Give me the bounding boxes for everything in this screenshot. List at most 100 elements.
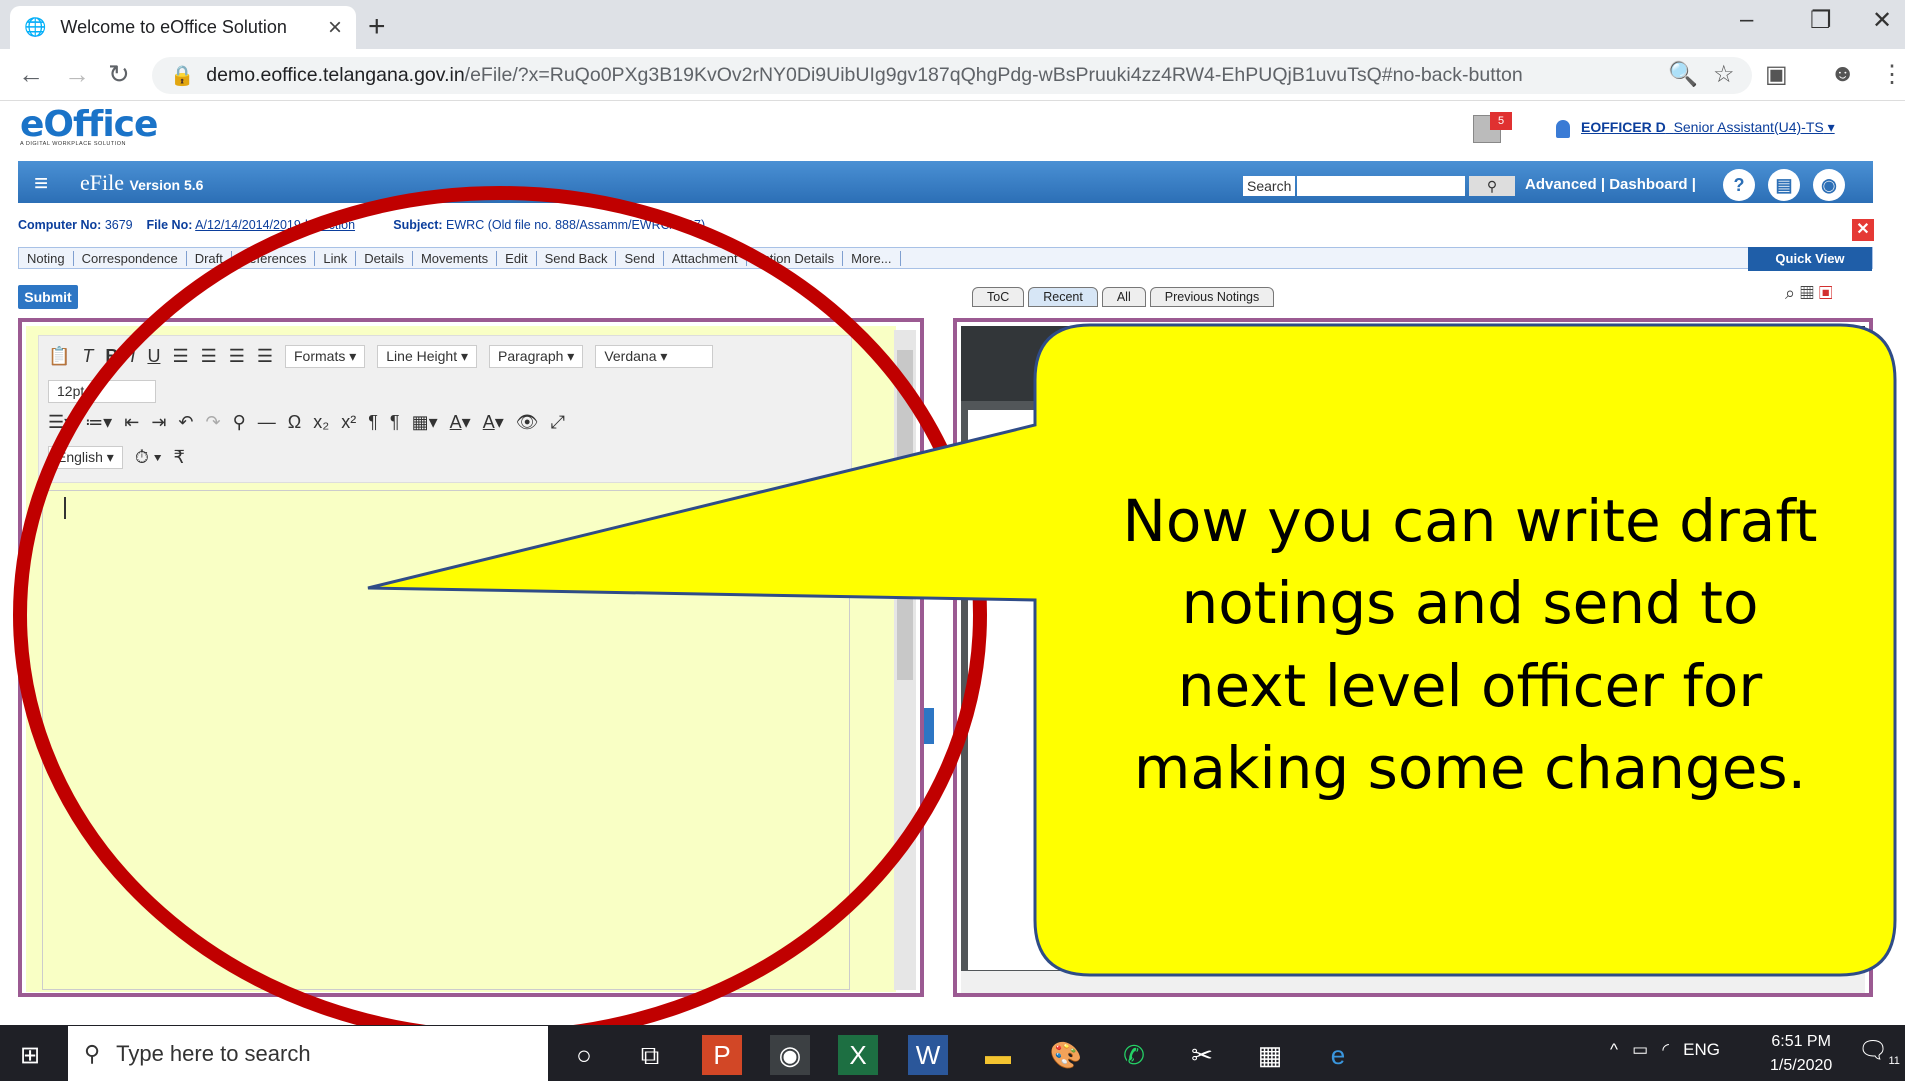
font-dropdown[interactable]: Verdana ▾: [595, 345, 714, 368]
tab-close-button[interactable]: ×: [328, 14, 342, 42]
hamburger-menu-icon[interactable]: ≡: [34, 170, 48, 198]
zoom-in-icon[interactable]: ⌕: [1785, 283, 1795, 303]
language-dropdown[interactable]: English ▾: [48, 446, 123, 469]
menu-item-references[interactable]: References: [232, 250, 316, 266]
help-icon[interactable]: ?: [1723, 169, 1755, 201]
line-height-dropdown[interactable]: Line Height ▾: [377, 345, 478, 368]
menu-item-send-back[interactable]: Send Back: [537, 250, 617, 266]
submit-button[interactable]: Submit: [18, 285, 78, 309]
menu-item-draft[interactable]: Draft: [187, 250, 232, 266]
whatsapp-icon[interactable]: ✆: [1114, 1035, 1154, 1075]
menu-item-attachment[interactable]: Attachment: [664, 250, 747, 266]
undo-icon[interactable]: ↶: [178, 412, 193, 433]
clear-format-icon[interactable]: T: [82, 346, 93, 367]
user-profile-link[interactable]: EOFFICER D Senior Assistant(U4)-TS ▾: [1581, 119, 1835, 136]
fullscreen-icon[interactable]: ⤢: [551, 412, 565, 433]
rtl-icon[interactable]: ¶: [390, 412, 400, 433]
tab-recent[interactable]: Recent: [1028, 287, 1098, 307]
snipping-tool-icon[interactable]: ✂: [1182, 1035, 1222, 1075]
top-links[interactable]: Advanced | Dashboard |: [1525, 176, 1696, 193]
formats-dropdown[interactable]: Formats ▾: [285, 345, 366, 368]
bullet-list-icon[interactable]: ☰▾: [48, 412, 73, 433]
extension-icon[interactable]: ▣: [1765, 60, 1788, 89]
task-view-icon[interactable]: ⧉: [630, 1035, 670, 1075]
new-tab-button[interactable]: +: [368, 10, 386, 44]
pdf-icon[interactable]: ▣: [1819, 283, 1833, 303]
numbered-list-icon[interactable]: ≔▾: [85, 412, 112, 433]
bookmark-star-icon[interactable]: ☆: [1713, 60, 1735, 89]
bold-icon[interactable]: B: [105, 346, 118, 367]
document-icon[interactable]: ▤: [1768, 169, 1800, 201]
rupee-icon[interactable]: ₹: [173, 447, 184, 468]
panel-splitter-handle[interactable]: [924, 708, 934, 744]
menu-item-action-details[interactable]: Action Details: [747, 250, 844, 266]
profile-icon[interactable]: ☻: [1830, 60, 1855, 88]
close-window-button[interactable]: ✕: [1872, 6, 1892, 35]
editor-scrollbar-thumb[interactable]: [897, 350, 913, 680]
superscript-icon[interactable]: x²: [341, 412, 356, 433]
underline-icon[interactable]: U: [147, 346, 160, 367]
indent-icon[interactable]: ⇥: [151, 412, 166, 433]
calculator-icon[interactable]: ▦: [1250, 1035, 1290, 1075]
align-left-icon[interactable]: ☰: [172, 346, 188, 367]
table-icon[interactable]: ▦▾: [412, 412, 438, 433]
italic-icon[interactable]: I: [130, 346, 135, 367]
powerpoint-icon[interactable]: P: [702, 1035, 742, 1075]
find-icon[interactable]: ⚲: [233, 412, 246, 433]
minimize-button[interactable]: –: [1740, 6, 1753, 34]
language-indicator[interactable]: ENG: [1683, 1040, 1720, 1059]
cortana-icon[interactable]: ○: [564, 1035, 604, 1075]
grid-icon[interactable]: ▦: [1800, 283, 1814, 303]
outdent-icon[interactable]: ⇤: [124, 412, 139, 433]
font-size-dropdown[interactable]: 12pt ▾: [48, 380, 156, 403]
menu-item-send[interactable]: Send: [616, 250, 664, 266]
clock-icon[interactable]: ⏱ ▾: [135, 447, 162, 468]
search-button[interactable]: ⚲: [1469, 176, 1515, 196]
menu-item-movements[interactable]: Movements: [413, 250, 498, 266]
horizontal-rule-icon[interactable]: —: [258, 412, 276, 433]
menu-item-more[interactable]: More...: [843, 250, 901, 266]
browser-tab[interactable]: 🌐 Welcome to eOffice Solution ×: [10, 6, 356, 49]
preview-icon[interactable]: 👁: [516, 412, 539, 433]
search-input[interactable]: [1297, 176, 1465, 196]
browser-menu-icon[interactable]: ⋮: [1880, 60, 1904, 89]
bg-color-icon[interactable]: A▾: [483, 412, 504, 433]
back-icon[interactable]: ←: [18, 59, 44, 90]
file-no-link[interactable]: A/12/14/2014/2019-b section: [195, 218, 355, 232]
reload-icon[interactable]: ↻: [108, 59, 130, 90]
viewer-scrollbar[interactable]: [961, 971, 1865, 993]
windows-start-icon[interactable]: ⊞: [20, 1041, 40, 1070]
excel-icon[interactable]: X: [838, 1035, 878, 1075]
restore-button[interactable]: ❐: [1810, 6, 1832, 35]
url-field[interactable]: 🔒 demo.eoffice.telangana.gov.in/eFile/?x…: [152, 57, 1752, 94]
paragraph-dropdown[interactable]: Paragraph ▾: [489, 345, 584, 368]
zoom-icon[interactable]: 🔍: [1668, 60, 1698, 89]
quick-view-button[interactable]: Quick View: [1748, 247, 1872, 271]
ltr-icon[interactable]: ¶: [368, 412, 378, 433]
align-right-icon[interactable]: ☰: [229, 346, 245, 367]
battery-icon[interactable]: ▭: [1632, 1040, 1648, 1059]
menu-item-link[interactable]: Link: [315, 250, 357, 266]
internet-explorer-icon[interactable]: e: [1318, 1035, 1358, 1075]
justify-icon[interactable]: ☰: [257, 346, 273, 367]
tab-toc[interactable]: ToC: [972, 287, 1025, 307]
forward-icon[interactable]: →: [64, 59, 90, 90]
file-explorer-icon[interactable]: ▬: [978, 1035, 1018, 1075]
editor-text-area[interactable]: [42, 490, 850, 990]
text-color-icon[interactable]: A▾: [450, 412, 471, 433]
notification-center-icon[interactable]: 🗨11: [1858, 1036, 1900, 1067]
menu-item-details[interactable]: Details: [356, 250, 413, 266]
menu-item-edit[interactable]: Edit: [497, 250, 537, 266]
menu-item-noting[interactable]: Noting: [19, 250, 74, 266]
tab-previous-notings[interactable]: Previous Notings: [1149, 287, 1275, 307]
taskbar-search[interactable]: ⚲ Type here to search: [68, 1026, 548, 1081]
word-icon[interactable]: W: [908, 1035, 948, 1075]
subscript-icon[interactable]: x₂: [313, 412, 329, 433]
taskbar-clock[interactable]: 6:51 PM 1/5/2020: [1770, 1030, 1832, 1078]
chevron-up-icon[interactable]: ^: [1610, 1040, 1618, 1059]
chrome-icon[interactable]: ◉: [770, 1035, 810, 1075]
paste-icon[interactable]: 📋: [48, 346, 70, 367]
package-icon[interactable]: ◉: [1813, 169, 1845, 201]
redo-icon[interactable]: ↷: [206, 412, 221, 433]
paint-icon[interactable]: 🎨: [1046, 1035, 1086, 1075]
